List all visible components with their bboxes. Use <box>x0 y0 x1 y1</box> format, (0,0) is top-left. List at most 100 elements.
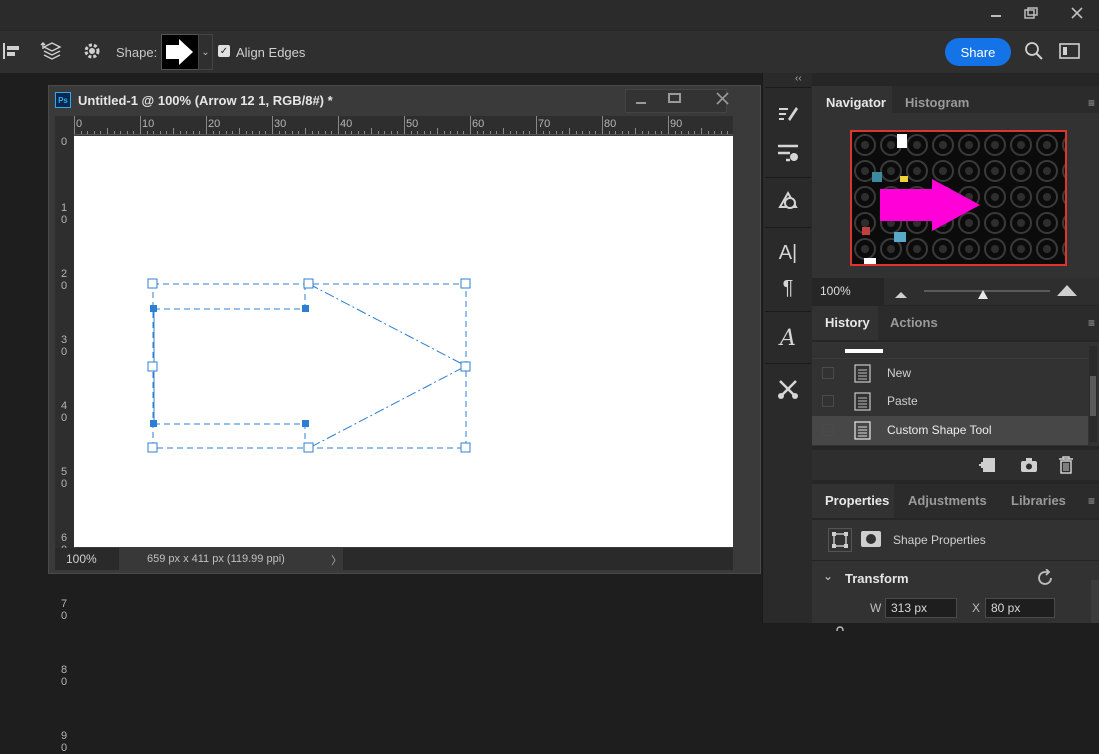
panel-menu-icon[interactable]: ≡ <box>1088 96 1095 110</box>
share-button[interactable]: Share <box>945 38 1011 66</box>
ruler-tick <box>265 131 267 134</box>
x-position-field[interactable]: 80 px <box>985 598 1055 618</box>
zoom-in-icon[interactable] <box>1056 283 1078 302</box>
history-item[interactable]: Paste <box>812 387 1088 416</box>
tab-libraries[interactable]: Libraries <box>1011 493 1066 508</box>
tab-navigator[interactable]: Navigator <box>826 95 886 110</box>
paragraph-icon[interactable]: ¶ <box>775 275 801 301</box>
ruler-tick <box>239 128 240 134</box>
shape-properties-label: Shape Properties <box>893 533 986 547</box>
navigator-zoom-value[interactable]: 100% <box>820 284 851 298</box>
character-icon[interactable]: A| <box>775 240 801 266</box>
ruler-left-label: 30 <box>60 334 68 358</box>
status-menu-arrow[interactable]: 〉 <box>331 552 342 568</box>
gear-icon[interactable] <box>80 40 104 62</box>
ruler-tick <box>674 131 676 134</box>
ruler-tick <box>621 131 623 134</box>
shape-properties-icon[interactable] <box>775 188 801 214</box>
zoom-slider-thumb[interactable] <box>977 287 989 305</box>
chevron-down-icon[interactable]: ⌄ <box>823 569 833 583</box>
history-step-checkbox[interactable] <box>822 395 834 407</box>
ruler-tick <box>80 131 82 134</box>
app-title-bar <box>0 0 1099 30</box>
arrange-layers-icon[interactable] <box>38 40 62 62</box>
align-left-icon[interactable] <box>0 40 24 62</box>
align-edges-checkbox[interactable]: ✓ <box>218 45 230 57</box>
ruler-tick <box>701 128 702 134</box>
properties-scrollbar[interactable] <box>1091 580 1099 623</box>
history-menu-icon[interactable]: ≡ <box>1088 316 1095 330</box>
tab-histogram[interactable]: Histogram <box>905 95 969 110</box>
history-scrollbar[interactable] <box>1089 346 1097 442</box>
tab-history[interactable]: History <box>825 315 870 330</box>
close-icon[interactable] <box>1057 0 1097 26</box>
ruler-tick <box>707 131 709 134</box>
arrow-shape-path[interactable] <box>74 136 733 547</box>
ruler-left-label: 10 <box>60 202 68 226</box>
brush-settings-icon[interactable] <box>775 103 801 129</box>
ruler-tick <box>654 131 656 134</box>
tab-actions[interactable]: Actions <box>890 315 938 330</box>
glyphs-icon[interactable]: A <box>775 325 801 351</box>
shape-picker-button[interactable] <box>161 34 199 70</box>
zoom-level[interactable]: 100% <box>66 552 97 566</box>
trash-icon[interactable] <box>1058 456 1074 479</box>
ruler-top-label: 10 <box>142 118 155 130</box>
ruler-tick <box>258 131 260 134</box>
camera-icon[interactable] <box>1020 457 1038 478</box>
history-item-selected[interactable]: Custom Shape Tool <box>812 416 1088 445</box>
transform-section-title[interactable]: Transform <box>845 571 909 586</box>
restore-icon[interactable] <box>1011 0 1051 26</box>
history-item[interactable]: New <box>812 358 1088 388</box>
ruler-tick <box>496 131 498 134</box>
canvas[interactable] <box>74 136 733 547</box>
history-snapshot-thumb[interactable] <box>845 349 883 353</box>
ruler-left-label: 70 <box>60 598 68 622</box>
history-tab-row: History Actions ≡ <box>812 306 1099 340</box>
doc-close-icon[interactable] <box>715 91 731 107</box>
ruler-tick <box>252 131 254 134</box>
ruler-tick <box>212 131 214 134</box>
ruler-tick <box>179 131 181 134</box>
width-field[interactable]: 313 px <box>885 598 957 618</box>
ruler-top-label: 20 <box>208 118 221 130</box>
reset-icon[interactable] <box>1036 568 1054 592</box>
ruler-tick <box>536 116 537 134</box>
x-label: X <box>972 601 981 615</box>
ruler-tick <box>357 131 359 134</box>
doc-maximize-icon[interactable] <box>667 91 683 107</box>
transform-bounds-icon[interactable] <box>828 528 852 552</box>
history-step-checkbox[interactable] <box>822 367 834 379</box>
tool-presets-icon[interactable] <box>775 376 801 402</box>
history-item-label: Custom Shape Tool <box>887 423 992 437</box>
mask-icon[interactable] <box>860 530 882 548</box>
history-step-checkbox[interactable] <box>822 424 834 436</box>
tab-properties[interactable]: Properties <box>825 493 889 508</box>
ruler-tick <box>107 128 108 134</box>
document-window: Ps Untitled-1 @ 100% (Arrow 12 1, RGB/8#… <box>48 85 761 754</box>
workspace-icon[interactable] <box>1058 40 1082 62</box>
ruler-tick <box>93 131 95 134</box>
properties-panel: Shape Properties ⌄ Transform W 313 px X … <box>812 520 1099 634</box>
ruler-tick <box>694 131 696 134</box>
properties-menu-icon[interactable]: ≡ <box>1088 494 1095 508</box>
ruler-tick <box>318 131 320 134</box>
minimize-icon[interactable] <box>976 0 1016 26</box>
ruler-tick <box>503 128 504 134</box>
link-icon[interactable] <box>834 618 846 636</box>
tab-adjustments[interactable]: Adjustments <box>908 493 987 508</box>
ruler-tick <box>146 131 148 134</box>
ruler-tick <box>456 131 458 134</box>
chevron-down-icon[interactable]: ⌄ <box>198 34 213 70</box>
doc-minimize-icon[interactable] <box>633 92 649 108</box>
history-item-label: Paste <box>887 394 918 408</box>
zoom-out-icon[interactable] <box>894 286 908 304</box>
ruler-tick <box>390 131 392 134</box>
navigator-thumbnail[interactable] <box>850 130 1067 266</box>
new-document-from-state-icon[interactable] <box>978 457 996 478</box>
ruler-tick <box>443 131 445 134</box>
document-title-bar[interactable]: Ps Untitled-1 @ 100% (Arrow 12 1, RGB/8#… <box>49 86 760 114</box>
collapse-arrows-icon[interactable]: ‹‹ <box>795 73 802 84</box>
search-icon[interactable] <box>1022 40 1046 62</box>
brushes-icon[interactable] <box>775 139 801 165</box>
